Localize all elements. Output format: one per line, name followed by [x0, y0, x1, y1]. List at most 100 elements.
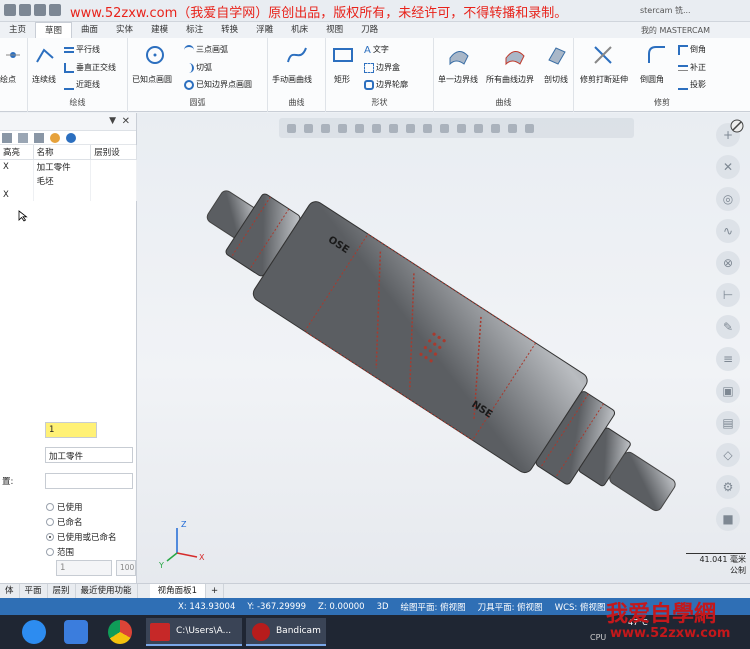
tab-dimension[interactable]: 标注 — [177, 22, 212, 38]
level-set-input[interactable] — [45, 473, 133, 489]
text-button[interactable]: A 文字 — [364, 44, 389, 56]
add-icon[interactable] — [18, 132, 28, 143]
radio-named[interactable]: 已命名 — [46, 516, 83, 528]
fillet-icon[interactable] — [646, 44, 668, 66]
status-draw-plane[interactable]: 绘图平面: 俯视图 — [401, 601, 466, 613]
row-name[interactable]: 毛坯 — [33, 174, 92, 188]
tab-view-sheet[interactable]: 视角面板1 — [149, 583, 206, 599]
edge-point-circle-button[interactable]: 已知边界点画圆 — [184, 79, 252, 90]
rectangle-button[interactable]: 矩形 — [334, 74, 350, 85]
curve-tool-icon[interactable]: ∿ — [716, 219, 740, 243]
single-edge-curve-button[interactable]: 单一边界线 — [438, 74, 478, 85]
app-feather-icon[interactable] — [64, 620, 88, 644]
range-to-input[interactable]: 100 — [116, 560, 136, 576]
radio-used-or-named[interactable]: 已使用或已命名 — [46, 531, 117, 543]
offset-button[interactable]: 补正 — [678, 62, 706, 73]
table-row[interactable]: X 加工零件 — [0, 159, 137, 174]
cube-tool-icon[interactable]: ■ — [716, 507, 740, 531]
spline-icon[interactable] — [286, 44, 308, 66]
trim-icon[interactable] — [592, 44, 614, 66]
tab-machine[interactable]: 机床 — [282, 22, 317, 38]
closest-line-button[interactable]: 近距线 — [64, 79, 100, 90]
stack-tool-icon[interactable]: ≡ — [716, 347, 740, 371]
column-level-set[interactable]: 层别设 — [90, 145, 137, 160]
row-highlight[interactable]: X — [0, 188, 34, 201]
chrome-icon[interactable] — [108, 620, 132, 644]
parallel-line-button[interactable]: 平行线 — [64, 44, 100, 55]
tab-solids[interactable]: 体 — [0, 583, 20, 599]
single-edge-curve-icon[interactable] — [448, 44, 470, 66]
manual-spline-button[interactable]: 手动画曲线 — [272, 74, 312, 85]
tab-sketch[interactable]: 草图 — [35, 22, 73, 38]
cancel-circle-icon[interactable] — [730, 119, 744, 133]
new-file-icon[interactable] — [4, 4, 16, 16]
row-highlight[interactable] — [0, 174, 34, 188]
settings-tool-icon[interactable]: ⚙ — [716, 475, 740, 499]
add-tab-button[interactable]: + — [206, 583, 225, 599]
layers-icon[interactable] — [2, 132, 12, 143]
radio-used[interactable]: 已使用 — [46, 501, 83, 513]
three-point-arc-button[interactable]: 三点画弧 — [184, 44, 228, 55]
tool-icon[interactable]: ✕ — [716, 155, 740, 179]
tab-transform[interactable]: 转换 — [212, 22, 247, 38]
tab-model[interactable]: 建模 — [142, 22, 177, 38]
rectangle-icon[interactable] — [332, 44, 354, 66]
status-wcs[interactable]: WCS: 俯视图 — [555, 601, 606, 613]
tangent-arc-button[interactable]: 切弧 — [184, 62, 212, 73]
my-mastercam-link[interactable]: 我的 MASTERCAM — [641, 25, 710, 36]
close-icon[interactable]: ✕ — [122, 116, 130, 127]
tab-relief[interactable]: 浮雕 — [247, 22, 282, 38]
status-mode[interactable]: 3D — [377, 602, 389, 612]
points-button[interactable]: 绘点 — [0, 74, 16, 85]
fillet-button[interactable]: 倒圆角 — [640, 74, 664, 85]
status-tool-plane[interactable]: 刀具平面: 俯视图 — [478, 601, 543, 613]
quick-access-toolbar[interactable] — [4, 4, 61, 16]
tab-view[interactable]: 视图 — [317, 22, 352, 38]
table-row[interactable]: 毛坯 — [0, 174, 137, 188]
measure-tool-icon[interactable]: ⊢ — [716, 283, 740, 307]
bounding-box-button[interactable]: 边界盒 — [364, 62, 400, 73]
gear-icon[interactable] — [50, 132, 60, 143]
save-icon[interactable] — [34, 4, 46, 16]
circle-tool-icon[interactable]: ◎ — [716, 187, 740, 211]
help-icon[interactable] — [66, 132, 76, 143]
tab-home[interactable]: 主页 — [0, 22, 35, 38]
circle-icon[interactable] — [144, 44, 166, 66]
tab-surface[interactable]: 曲面 — [72, 22, 107, 38]
slice-button[interactable]: 剖切线 — [544, 74, 568, 85]
column-highlight[interactable]: 高亮 — [0, 145, 34, 160]
row-highlight[interactable]: X — [0, 159, 34, 174]
tab-levels[interactable]: 层别 — [48, 583, 76, 599]
graphics-viewport[interactable]: OSE NSE Z X Y + ✕ ◎ ∿ ⊗ ⊢ ✎ ≡ ▣ ▤ ◇ ⚙ ■ — [137, 113, 750, 583]
box-tool-icon[interactable]: ▣ — [716, 379, 740, 403]
open-file-icon[interactable] — [19, 4, 31, 16]
circle-center-button[interactable]: 已知点画圆 — [132, 74, 172, 85]
tab-recent-functions[interactable]: 最近使用功能 — [76, 583, 138, 599]
layers-tool-icon[interactable]: ▤ — [716, 411, 740, 435]
slice-icon[interactable] — [546, 44, 568, 66]
column-name[interactable]: 名称 — [33, 145, 92, 160]
row-name[interactable]: 加工零件 — [33, 159, 92, 174]
rotate-tool-icon[interactable]: ⊗ — [716, 251, 740, 275]
radio-range[interactable]: 范围 — [46, 546, 74, 558]
row-name[interactable] — [33, 188, 92, 201]
table-row[interactable]: X — [0, 188, 137, 201]
chamfer-button[interactable]: 倒角 — [678, 44, 706, 55]
print-icon[interactable] — [49, 4, 61, 16]
level-name-input[interactable]: 加工零件 — [45, 447, 133, 463]
polyline-button[interactable]: 连续线 — [32, 74, 56, 85]
polyline-icon[interactable] — [34, 44, 56, 66]
all-edge-curves-icon[interactable] — [504, 44, 526, 66]
trim-break-extend-button[interactable]: 修剪打断延伸 — [580, 74, 628, 85]
main-body[interactable] — [250, 199, 590, 476]
tab-solid[interactable]: 实体 — [107, 22, 142, 38]
boundary-profile-button[interactable]: 边界轮廓 — [364, 79, 408, 90]
document-icon[interactable] — [34, 132, 44, 143]
app-k-icon[interactable] — [22, 620, 46, 644]
range-from-input[interactable]: 1 — [56, 560, 112, 576]
pin-icon[interactable]: ▼ — [109, 116, 116, 126]
view-tool-icon[interactable]: ◇ — [716, 443, 740, 467]
part-model[interactable]: OSE NSE Z X Y — [137, 113, 750, 583]
perpendicular-line-button[interactable]: 垂直正交线 — [64, 62, 116, 73]
all-edge-curves-button[interactable]: 所有曲线边界 — [486, 74, 534, 85]
